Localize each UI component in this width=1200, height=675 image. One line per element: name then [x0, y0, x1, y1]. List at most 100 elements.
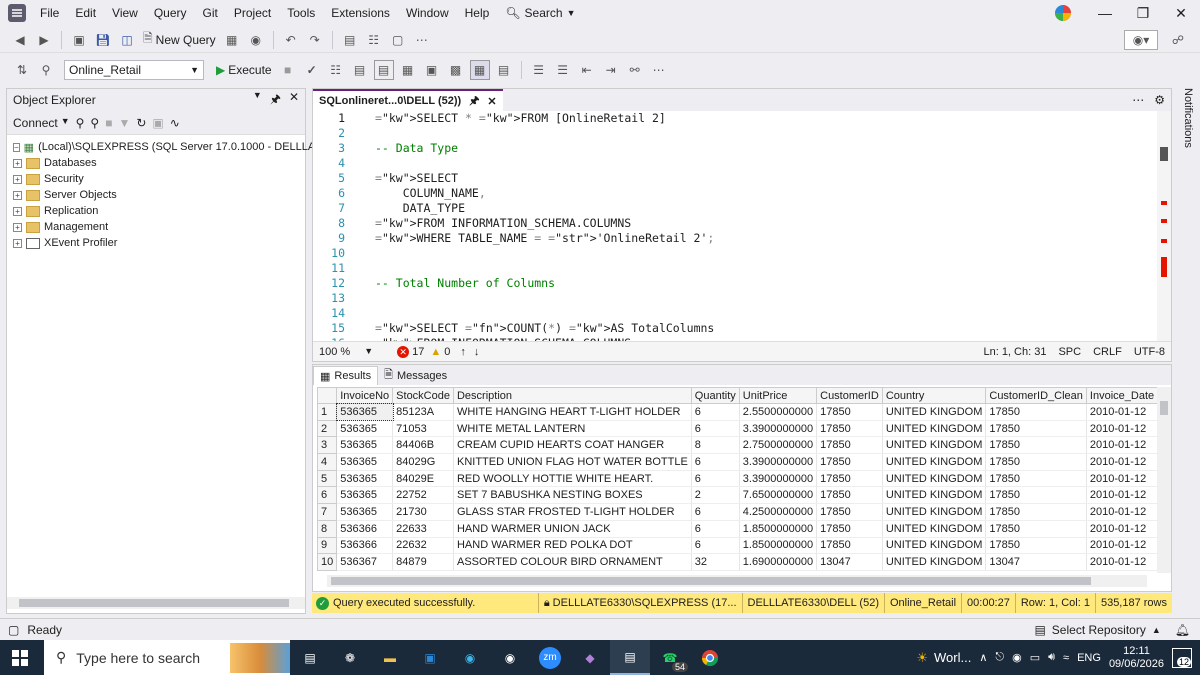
edge-icon[interactable]: ◉ — [450, 640, 490, 675]
whatsapp-icon[interactable]: ☎ 54 — [650, 640, 690, 675]
undo-icon[interactable]: ↶ — [281, 30, 301, 50]
code-line[interactable]: 12 -- Total Number of Columns — [313, 276, 1158, 291]
table-cell[interactable]: 17850 — [816, 470, 883, 488]
spacing-mode[interactable]: SPC — [1058, 346, 1081, 358]
properties-icon[interactable]: ▢ — [388, 30, 408, 50]
results-to-text-icon[interactable]: ▤ — [373, 60, 394, 80]
chevron-up-icon[interactable]: ∧ — [979, 651, 987, 664]
language-indicator[interactable]: ENG — [1077, 652, 1101, 664]
table-cell[interactable]: 536367 — [336, 553, 394, 571]
row-number[interactable]: 3 — [317, 436, 338, 455]
column-header[interactable]: Quantity — [690, 387, 740, 404]
table-cell[interactable]: 4.2500000000 — [739, 503, 818, 521]
expand-icon[interactable]: + — [13, 222, 22, 232]
tree-node[interactable]: + Security — [13, 171, 299, 187]
code-line[interactable]: 5 ="kw">SELECT — [313, 171, 1158, 186]
horizontal-scrollbar[interactable] — [327, 575, 1147, 587]
more-icon[interactable]: ⋯ — [412, 30, 432, 50]
include-plan-icon[interactable]: ▦ — [398, 60, 418, 80]
stop-icon[interactable]: ■ — [278, 60, 298, 80]
menu-item[interactable]: Edit — [67, 0, 104, 26]
table-cell[interactable]: KNITTED UNION FLAG HOT WATER BOTTLE — [453, 453, 692, 471]
more-icon[interactable]: ⋯ — [649, 60, 669, 80]
wifi-icon[interactable]: ≈ — [1063, 652, 1069, 664]
table-cell[interactable]: 1.8500000000 — [739, 520, 818, 538]
bell-icon[interactable]: 🔔︎ — [1175, 623, 1190, 637]
table-cell[interactable]: 17850 — [985, 520, 1087, 538]
chatgpt-app-icon[interactable]: ❁ — [330, 640, 370, 675]
row-number[interactable]: 9 — [317, 536, 338, 555]
back-icon[interactable]: ◀ — [10, 30, 30, 50]
query-designer-icon[interactable]: ▤ — [350, 60, 370, 80]
decrease-indent-icon[interactable]: ⇤ — [577, 60, 597, 80]
table-cell[interactable]: 2010-01-12 — [1086, 470, 1157, 488]
table-cell[interactable]: 2010-01-12 — [1086, 503, 1157, 521]
ssms-taskbar-icon[interactable]: ▤ — [610, 640, 650, 675]
live-stats-icon[interactable]: ▣ — [422, 60, 442, 80]
corner-cell[interactable] — [317, 387, 338, 404]
tree-node[interactable]: + Server Objects — [13, 187, 299, 203]
table-cell[interactable]: 2010-01-12 — [1086, 403, 1157, 421]
cursor-position[interactable]: Ln: 1, Ch: 31 — [983, 346, 1046, 358]
parse-icon[interactable]: ✓ — [302, 60, 322, 80]
code-line[interactable]: 6 COLUMN_NAME, — [313, 186, 1158, 201]
forward-icon[interactable]: ▶ — [34, 30, 54, 50]
row-number[interactable]: 10 — [317, 553, 338, 571]
output-icon[interactable]: ▢ — [8, 623, 19, 637]
table-cell[interactable]: UNITED KINGDOM — [882, 537, 987, 555]
table-cell[interactable]: 6 — [691, 470, 740, 488]
table-cell[interactable]: 2 — [691, 486, 740, 505]
table-cell[interactable]: 17850 — [985, 453, 1087, 471]
code-line[interactable]: 11 — [313, 261, 1158, 276]
table-cell[interactable]: 21730 — [392, 503, 454, 521]
next-issue-icon[interactable]: ↓ — [474, 346, 480, 358]
code-line[interactable]: 2 — [313, 126, 1158, 141]
table-cell[interactable]: 6 — [691, 503, 740, 521]
table-cell[interactable]: 2010-01-12 — [1086, 453, 1157, 471]
results-grid[interactable]: InvoiceNo StockCode Description Quantity Uni… — [317, 387, 1157, 573]
table-cell[interactable]: 536365 — [336, 470, 394, 488]
task-view-icon[interactable]: ▤ — [290, 640, 330, 675]
table-cell[interactable]: UNITED KINGDOM — [882, 420, 987, 438]
table-cell[interactable]: 2.7500000000 — [739, 436, 818, 455]
redo-icon[interactable]: ↷ — [305, 30, 325, 50]
results-to-grid-icon[interactable]: ▦ — [469, 60, 490, 80]
table-cell[interactable]: 85123A — [392, 403, 454, 421]
row-number[interactable]: 8 — [317, 519, 338, 538]
tree-node[interactable]: + Replication — [13, 203, 299, 219]
table-cell[interactable]: UNITED KINGDOM — [882, 503, 987, 521]
table-row[interactable]: 5 536365 84029E RED WOOLLY HOTTIE WHITE HEA… — [317, 469, 1157, 488]
table-cell[interactable]: 7.6500000000 — [739, 486, 818, 505]
table-cell[interactable]: 17850 — [816, 403, 883, 421]
table-cell[interactable]: 6 — [691, 403, 740, 421]
code-line[interactable]: 15 ="kw">SELECT ="fn">COUNT(*) ="kw">AS T… — [313, 321, 1158, 336]
chevron-down-icon[interactable]: ▼ — [253, 90, 262, 111]
table-row[interactable]: 9 536366 22632 HAND WARMER RED POLKA DOT 6 1.… — [317, 536, 1157, 555]
table-cell[interactable]: 536366 — [336, 537, 394, 555]
table-cell[interactable]: 536365 — [336, 436, 394, 455]
table-cell[interactable]: 2.5500000000 — [739, 403, 818, 421]
minimize-button[interactable]: — — [1086, 0, 1124, 26]
activity-icon[interactable]: ∿ — [170, 116, 180, 130]
client-stats-icon[interactable]: ▩ — [446, 60, 466, 80]
row-number[interactable]: 2 — [317, 419, 338, 438]
table-cell[interactable]: WHITE METAL LANTERN — [453, 420, 692, 438]
pin-icon[interactable]: 🖈︎ — [469, 92, 479, 111]
uncomment-icon[interactable]: ☰ — [553, 60, 573, 80]
save-all-icon[interactable]: ◫ — [117, 30, 137, 50]
table-cell[interactable]: CREAM CUPID HEARTS COAT HANGER — [453, 436, 692, 455]
new-project-icon[interactable]: ▣ — [69, 30, 89, 50]
table-cell[interactable]: 1.8500000000 — [739, 537, 818, 555]
table-cell[interactable]: 536366 — [336, 520, 394, 538]
code-line[interactable]: 13 — [313, 291, 1158, 306]
close-icon[interactable]: ✕ — [487, 95, 496, 108]
notification-center[interactable]: 12 — [1172, 647, 1192, 668]
warning-count[interactable]: ▲ 0 — [430, 346, 450, 358]
table-cell[interactable]: 17850 — [985, 403, 1087, 421]
collapse-icon[interactable]: ▣ — [152, 116, 163, 130]
visual-studio-icon[interactable]: ◆ — [570, 640, 610, 675]
table-cell[interactable]: 2010-01-12 — [1086, 537, 1157, 555]
row-number[interactable]: 1 — [317, 403, 338, 421]
table-cell[interactable]: 17850 — [985, 470, 1087, 488]
row-number[interactable]: 5 — [317, 469, 338, 488]
